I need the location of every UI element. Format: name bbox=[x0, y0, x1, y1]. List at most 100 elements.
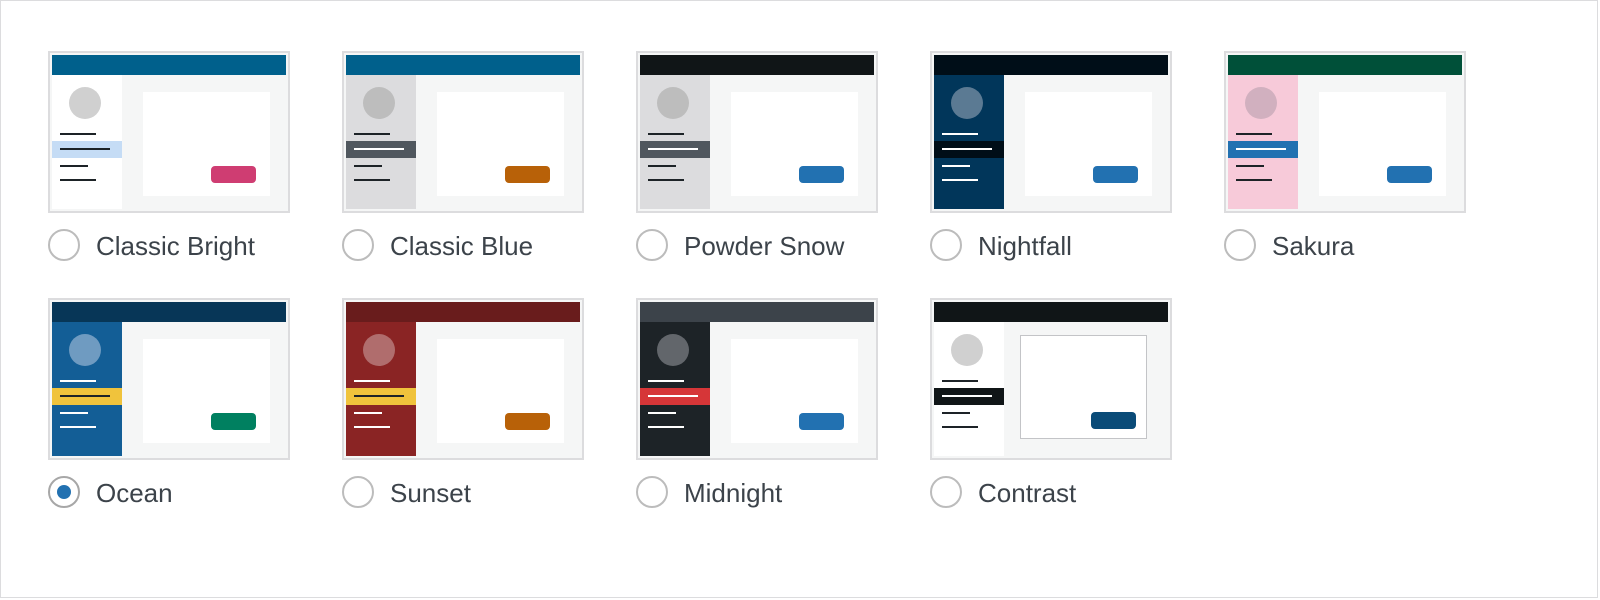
scheme-label[interactable]: Powder Snow bbox=[684, 229, 844, 263]
preview-admin-bar bbox=[640, 302, 874, 322]
color-scheme-option-sunset[interactable]: Sunset bbox=[342, 298, 632, 538]
preview-avatar bbox=[657, 87, 689, 119]
scheme-label[interactable]: Sakura bbox=[1272, 229, 1354, 263]
scheme-preview-thumbnail[interactable] bbox=[636, 51, 878, 213]
scheme-radio-classic-bright[interactable] bbox=[48, 229, 80, 261]
preview-menu-line bbox=[354, 426, 390, 428]
preview-menu-line bbox=[648, 412, 676, 414]
scheme-radio-sunset[interactable] bbox=[342, 476, 374, 508]
preview-avatar bbox=[657, 334, 689, 366]
scheme-label[interactable]: Sunset bbox=[390, 476, 471, 510]
color-scheme-option-powder-snow[interactable]: Powder Snow bbox=[636, 51, 926, 291]
scheme-preview-thumbnail[interactable] bbox=[48, 51, 290, 213]
preview-active-menu-item bbox=[934, 141, 1004, 158]
preview-active-menu-line bbox=[648, 148, 698, 150]
preview-active-menu-item bbox=[1228, 141, 1298, 158]
preview-menu-line bbox=[648, 426, 684, 428]
scheme-radio-contrast[interactable] bbox=[930, 476, 962, 508]
scheme-label[interactable]: Classic Blue bbox=[390, 229, 533, 263]
scheme-radio-midnight[interactable] bbox=[636, 476, 668, 508]
preview-primary-button bbox=[211, 413, 256, 430]
preview-menu-line bbox=[1236, 165, 1264, 167]
scheme-preview-thumbnail[interactable] bbox=[636, 298, 878, 460]
preview-menu-line bbox=[648, 380, 684, 382]
preview-admin-bar bbox=[346, 55, 580, 75]
preview-active-menu-item bbox=[934, 388, 1004, 405]
preview-menu-line bbox=[60, 179, 96, 181]
preview-avatar bbox=[1245, 87, 1277, 119]
color-scheme-option-classic-bright[interactable]: Classic Bright bbox=[48, 51, 338, 291]
preview-primary-button bbox=[799, 166, 844, 183]
preview-menu-line bbox=[648, 179, 684, 181]
preview-sidebar bbox=[934, 322, 1004, 456]
scheme-preview-thumbnail[interactable] bbox=[342, 298, 584, 460]
preview-active-menu-line bbox=[1236, 148, 1286, 150]
preview-menu-line bbox=[648, 133, 684, 135]
preview-active-menu-item bbox=[346, 141, 416, 158]
preview-sidebar bbox=[52, 322, 122, 456]
scheme-label[interactable]: Midnight bbox=[684, 476, 782, 510]
scheme-radio-powder-snow[interactable] bbox=[636, 229, 668, 261]
color-scheme-option-midnight[interactable]: Midnight bbox=[636, 298, 926, 538]
preview-menu-line bbox=[354, 380, 390, 382]
preview-avatar bbox=[951, 87, 983, 119]
color-scheme-option-nightfall[interactable]: Nightfall bbox=[930, 51, 1220, 291]
scheme-label[interactable]: Nightfall bbox=[978, 229, 1072, 263]
color-scheme-option-sakura[interactable]: Sakura bbox=[1224, 51, 1514, 291]
preview-active-menu-item bbox=[640, 141, 710, 158]
color-scheme-picker: Classic Bright Classic Blue Powder Snow … bbox=[0, 0, 1598, 598]
preview-content-panel bbox=[1025, 92, 1152, 196]
preview-active-menu-line bbox=[60, 148, 110, 150]
preview-menu-line bbox=[60, 412, 88, 414]
scheme-radio-ocean[interactable] bbox=[48, 476, 80, 508]
scheme-radio-classic-blue[interactable] bbox=[342, 229, 374, 261]
scheme-preview-thumbnail[interactable] bbox=[1224, 51, 1466, 213]
preview-menu-line bbox=[1236, 133, 1272, 135]
color-scheme-option-classic-blue[interactable]: Classic Blue bbox=[342, 51, 632, 291]
preview-sidebar bbox=[346, 322, 416, 456]
preview-menu-line bbox=[942, 179, 978, 181]
preview-content-panel bbox=[143, 92, 270, 196]
preview-sidebar bbox=[52, 75, 122, 209]
preview-menu-line bbox=[354, 412, 382, 414]
radio-selected-dot bbox=[57, 485, 71, 499]
scheme-radio-nightfall[interactable] bbox=[930, 229, 962, 261]
preview-avatar bbox=[69, 334, 101, 366]
preview-sidebar bbox=[934, 75, 1004, 209]
scheme-preview-thumbnail[interactable] bbox=[930, 51, 1172, 213]
preview-primary-button bbox=[1093, 166, 1138, 183]
preview-menu-line bbox=[60, 165, 88, 167]
preview-active-menu-item bbox=[640, 388, 710, 405]
color-scheme-option-ocean[interactable]: Ocean bbox=[48, 298, 338, 538]
preview-sidebar bbox=[346, 75, 416, 209]
preview-admin-bar bbox=[934, 302, 1168, 322]
preview-admin-bar bbox=[52, 302, 286, 322]
preview-sidebar bbox=[640, 322, 710, 456]
preview-primary-button bbox=[799, 413, 844, 430]
scheme-label[interactable]: Ocean bbox=[96, 476, 173, 510]
preview-menu-line bbox=[354, 133, 390, 135]
preview-menu-line bbox=[60, 380, 96, 382]
preview-menu-line bbox=[942, 426, 978, 428]
scheme-label[interactable]: Classic Bright bbox=[96, 229, 255, 263]
color-scheme-option-contrast[interactable]: Contrast bbox=[930, 298, 1220, 538]
preview-active-menu-item bbox=[52, 388, 122, 405]
preview-primary-button bbox=[505, 166, 550, 183]
preview-active-menu-line bbox=[354, 148, 404, 150]
preview-avatar bbox=[363, 87, 395, 119]
scheme-preview-thumbnail[interactable] bbox=[342, 51, 584, 213]
preview-sidebar bbox=[640, 75, 710, 209]
scheme-radio-sakura[interactable] bbox=[1224, 229, 1256, 261]
preview-avatar bbox=[363, 334, 395, 366]
scheme-label[interactable]: Contrast bbox=[978, 476, 1076, 510]
scheme-preview-thumbnail[interactable] bbox=[930, 298, 1172, 460]
preview-menu-line bbox=[648, 165, 676, 167]
preview-primary-button bbox=[1091, 412, 1136, 429]
scheme-preview-thumbnail[interactable] bbox=[48, 298, 290, 460]
preview-menu-line bbox=[60, 426, 96, 428]
preview-admin-bar bbox=[1228, 55, 1462, 75]
preview-content-panel bbox=[1319, 92, 1446, 196]
preview-menu-line bbox=[60, 133, 96, 135]
preview-admin-bar bbox=[346, 302, 580, 322]
preview-menu-line bbox=[942, 165, 970, 167]
